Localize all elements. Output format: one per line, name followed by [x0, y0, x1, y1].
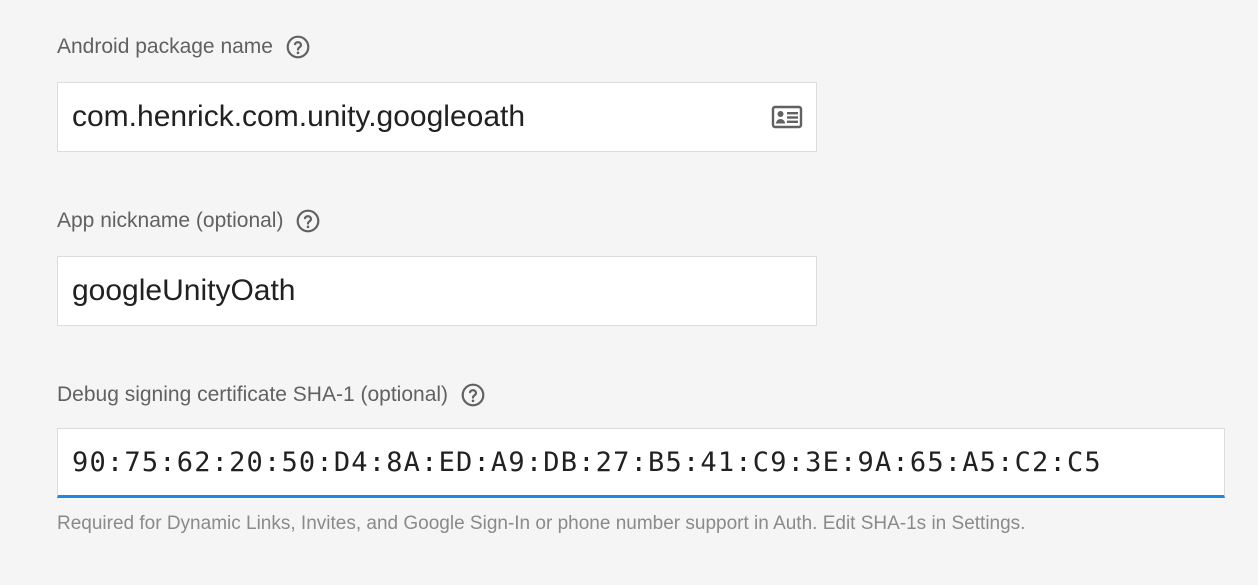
nickname-value: googleUnityOath: [72, 274, 296, 307]
package-name-label: Android package name: [57, 35, 273, 58]
nickname-label: App nickname (optional): [57, 209, 284, 232]
package-name-value: com.henrick.com.unity.googleoath: [72, 100, 526, 133]
sha1-label-row: Debug signing certificate SHA-1 (optiona…: [57, 380, 486, 410]
sha1-helper-text: Required for Dynamic Links, Invites, and…: [57, 513, 1026, 534]
sha1-label: Debug signing certificate SHA-1 (optiona…: [57, 383, 449, 406]
package-name-field: Android package name com.henrick.com.uni…: [57, 32, 817, 152]
sha1-input[interactable]: 90:75:62:20:50:D4:8A:ED:A9:DB:27:B5:41:C…: [57, 428, 1225, 498]
package-name-input[interactable]: com.henrick.com.unity.googleoath: [57, 82, 817, 152]
help-circle-icon[interactable]: [295, 208, 321, 234]
nickname-label-row: App nickname (optional): [57, 206, 321, 236]
nickname-field: App nickname (optional) googleUnityOath: [57, 206, 817, 326]
nickname-input[interactable]: googleUnityOath: [57, 256, 817, 326]
contact-card-icon[interactable]: [770, 100, 804, 134]
help-circle-icon[interactable]: [460, 382, 486, 408]
sha1-field: Debug signing certificate SHA-1 (optiona…: [57, 380, 1225, 498]
package-name-label-row: Android package name: [57, 32, 311, 62]
sha1-value: 90:75:62:20:50:D4:8A:ED:A9:DB:27:B5:41:C…: [72, 446, 1102, 478]
help-circle-icon[interactable]: [285, 34, 311, 60]
